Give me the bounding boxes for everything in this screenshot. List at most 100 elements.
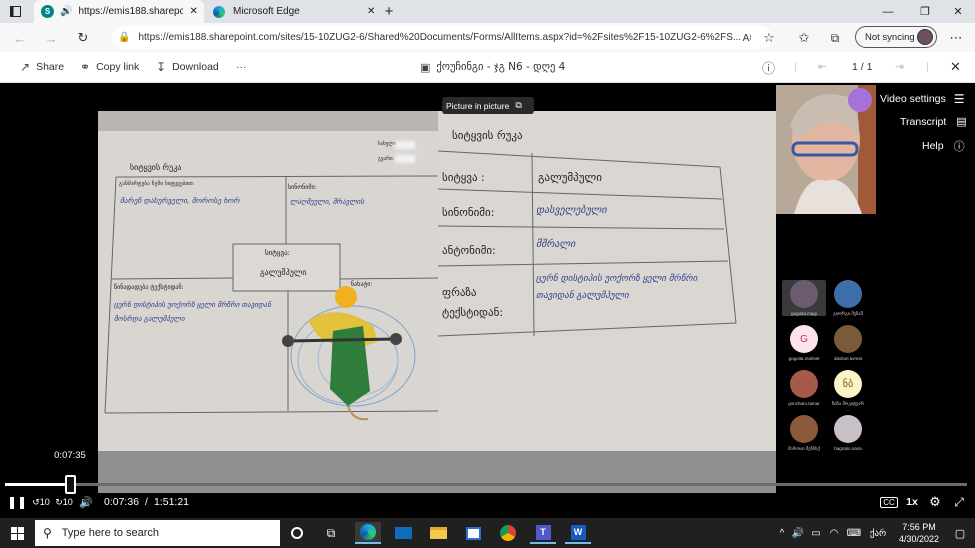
file-title: ▣ ქოუჩინგი - ჯგ N6 - დღე 4: [420, 52, 565, 82]
sentence-handwriting: ცურნ დისტიპის უოქორზ ყელი მრწრი თავიდან …: [114, 301, 271, 323]
url-text: https://emis188.sharepoint.com/sites/15-…: [138, 32, 742, 43]
url-field[interactable]: 🔒 https://emis188.sharepoint.com/sites/1…: [112, 26, 772, 49]
transcript-button[interactable]: Transcript ▤: [900, 115, 967, 129]
forward-button[interactable]: →: [40, 27, 62, 49]
participant-tile: gogoita.magi: [782, 280, 826, 316]
windows-start-icon[interactable]: [4, 522, 30, 544]
meaning-label: განმარტება ჩემი სიტყვებით:: [119, 181, 195, 187]
participant-name: bagratio.naria: [834, 446, 862, 451]
settings-gear-icon[interactable]: ⚙: [926, 494, 944, 510]
participant-avatar: G: [790, 325, 818, 353]
picture-in-picture-button[interactable]: Picture in picture ⧉: [442, 97, 534, 114]
total-time: 1:51:21: [153, 496, 190, 508]
refresh-button[interactable]: ↻: [72, 27, 94, 49]
pause-button[interactable]: ❚❚: [7, 494, 27, 510]
chrome-icon[interactable]: [495, 522, 521, 544]
volume-tray-icon[interactable]: 🔊: [790, 522, 806, 544]
tab-sharepoint[interactable]: S 🔊 https://emis188.sharepoint. ✕: [34, 0, 204, 23]
settings-sliders-icon: ☰: [953, 92, 965, 106]
wifi-tray-icon[interactable]: ◠: [826, 522, 842, 544]
shared-screen: სიტყვის რუკა სახელი: გვარი: განმარტება ჩ…: [98, 111, 776, 493]
participant-avatar: [790, 415, 818, 443]
more-actions-button[interactable]: ···: [236, 52, 247, 82]
download-button[interactable]: ↧ Download: [156, 52, 219, 82]
download-label: Download: [172, 61, 219, 73]
first-page-icon[interactable]: ⇤: [818, 52, 827, 82]
task-view-icon[interactable]: ⧉: [318, 522, 344, 544]
close-tab-icon[interactable]: ✕: [367, 6, 375, 17]
collections-icon[interactable]: ⧉: [824, 27, 846, 49]
favorite-star-icon[interactable]: ☆: [758, 27, 780, 49]
meaning-handwriting: მარენ დასურველი, მოროსე ხორ: [120, 196, 240, 205]
participant-avatar: [790, 280, 818, 308]
new-tab-button[interactable]: +: [378, 0, 400, 23]
minimize-button[interactable]: —: [868, 0, 908, 23]
share-label: Share: [36, 61, 65, 73]
child-drawing: [282, 286, 416, 421]
close-viewer-button[interactable]: ✕: [950, 52, 961, 82]
transcript-icon: ▤: [956, 116, 967, 128]
captions-button[interactable]: CC: [880, 497, 898, 508]
tab-title: https://emis188.sharepoint.: [78, 6, 184, 17]
right-antonym-handwriting: მშრალი: [536, 239, 576, 250]
playback-speed-button[interactable]: 1x: [903, 494, 921, 510]
show-hidden-icons[interactable]: ^: [774, 522, 790, 544]
synonym-label: სინონიმი:: [288, 184, 317, 191]
participant-tile: მართაი მენსსქ: [782, 415, 826, 452]
progress-thumb[interactable]: [65, 475, 77, 494]
participant-avatar: [790, 370, 818, 398]
video-file-icon: ▣: [420, 61, 431, 74]
right-synonym-handwriting: დასველებული: [536, 205, 607, 216]
progress-track[interactable]: [5, 475, 967, 494]
file-explorer-icon[interactable]: [425, 522, 451, 544]
notifications-icon[interactable]: ▢: [950, 522, 970, 544]
profile-sync-button[interactable]: Not syncing: [855, 26, 937, 48]
word-label: სიტყვა:: [265, 249, 290, 257]
sync-label: Not syncing: [865, 31, 915, 43]
right-synonym-label: სინონიმი:: [442, 206, 495, 219]
back-button[interactable]: ←: [9, 27, 31, 49]
keyboard-tray-icon[interactable]: ⌨: [845, 522, 863, 544]
search-icon: ⚲: [43, 526, 52, 540]
teams-icon[interactable]: T: [530, 522, 556, 544]
last-page-icon[interactable]: ⇥: [895, 52, 904, 82]
language-indicator[interactable]: ქარ: [866, 522, 890, 544]
worksheet-right: სიტყვის რუკა სიტყვა : გალუმპული სინონიმი…: [438, 111, 776, 451]
store-icon[interactable]: [460, 522, 486, 544]
cortana-icon[interactable]: [284, 522, 310, 544]
read-aloud-icon[interactable]: A): [736, 27, 758, 49]
mail-icon[interactable]: [390, 522, 416, 544]
favorites-icon[interactable]: ✩: [793, 27, 815, 49]
tab-microsoft-edge[interactable]: Microsoft Edge ✕: [206, 0, 376, 23]
word-value: გალუმპული: [260, 268, 307, 277]
divider: |: [794, 61, 797, 73]
forward-10-button[interactable]: ↻10: [55, 494, 73, 510]
search-placeholder: Type here to search: [61, 527, 160, 539]
video-player[interactable]: სიტყვის რუკა სახელი: გვარი: განმარტება ჩ…: [0, 83, 975, 518]
more-menu-icon[interactable]: ⋯: [945, 27, 967, 49]
rewind-10-button[interactable]: ↺10: [32, 494, 50, 510]
user-avatar-dot: [848, 88, 872, 112]
taskbar-search-box[interactable]: ⚲ Type here to search: [35, 520, 280, 546]
close-window-button[interactable]: ✕: [938, 0, 975, 23]
tab-actions-icon[interactable]: [0, 0, 30, 23]
sharepoint-icon: S: [41, 5, 54, 18]
edge-taskbar-icon[interactable]: [355, 522, 381, 544]
table-surface: [98, 451, 776, 493]
participant-tile: Ggogoita.mariset: [782, 325, 826, 361]
participant-avatar: [834, 415, 862, 443]
close-tab-icon[interactable]: ✕: [189, 6, 197, 17]
battery-tray-icon[interactable]: ▭: [808, 522, 824, 544]
speaker-icon[interactable]: 🔊: [60, 6, 72, 17]
word-icon[interactable]: W: [565, 522, 591, 544]
help-button[interactable]: Help ⓘ: [922, 138, 965, 154]
video-settings-button[interactable]: Video settings ☰: [880, 92, 965, 106]
participant-name: davituri.avmat: [833, 356, 862, 361]
fullscreen-icon[interactable]: ⤢: [950, 494, 968, 510]
volume-icon[interactable]: 🔊: [78, 494, 94, 510]
share-button[interactable]: ↗ Share: [20, 52, 64, 82]
clock[interactable]: 7:56 PM 4/30/2022: [893, 521, 945, 545]
info-icon[interactable]: ⓘ: [762, 52, 775, 82]
profile-avatar: [917, 29, 933, 45]
copy-link-button[interactable]: ⚭ Copy link: [80, 52, 139, 82]
